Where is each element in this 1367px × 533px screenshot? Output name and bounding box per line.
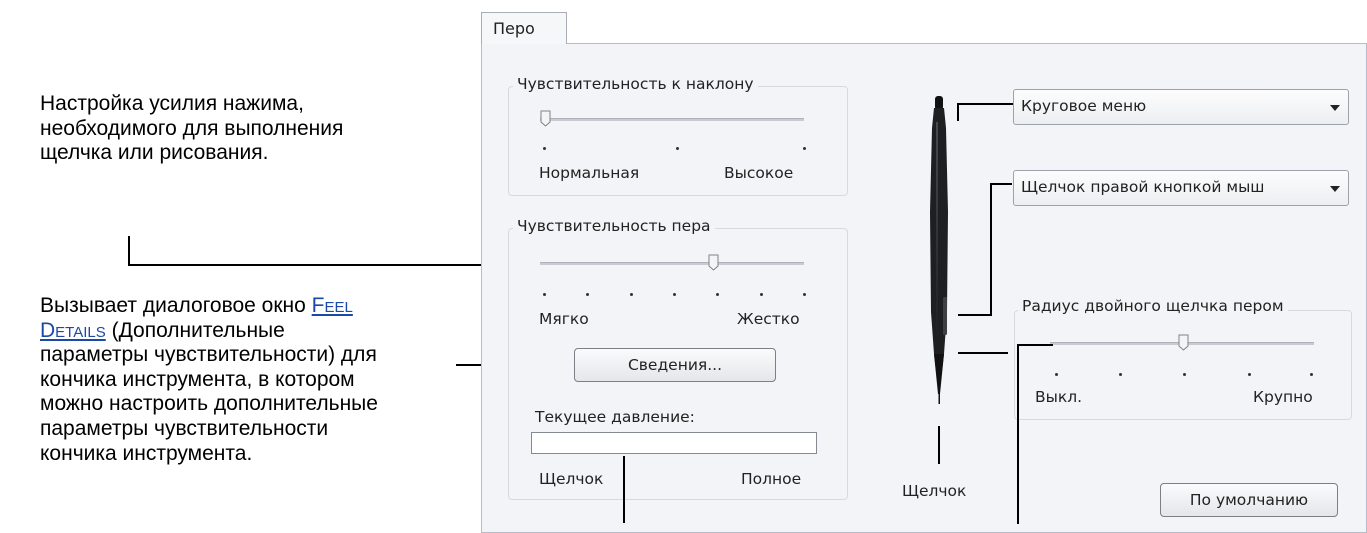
double-click-max-label: Крупно [1253, 388, 1313, 406]
tick [760, 293, 763, 296]
tip-feel-slider-thumb[interactable] [708, 254, 719, 271]
tip-feel-slider-track[interactable] [540, 262, 804, 265]
callout-line [938, 426, 940, 464]
details-button[interactable]: Сведения... [574, 348, 776, 382]
tick [543, 293, 546, 296]
tilt-title: Чувствительность к наклону [513, 75, 758, 93]
pen-icon [930, 96, 948, 404]
details-note-line: кончика инструмента, в котором [40, 367, 355, 391]
details-note-line: кончика инструмента. [40, 441, 253, 465]
callout-line [957, 103, 1013, 105]
callout-line [128, 264, 540, 266]
tip-feel-min-label: Мягко [539, 310, 589, 328]
tilt-slider-thumb[interactable] [540, 110, 551, 127]
double-click-slider-thumb[interactable] [1178, 334, 1189, 351]
tick [803, 147, 806, 150]
tick [673, 293, 676, 296]
chevron-down-icon [1330, 186, 1340, 192]
callout-line [990, 183, 1012, 185]
tick [586, 293, 589, 296]
tab-label: Перо [493, 19, 535, 38]
tilt-slider-track[interactable] [540, 118, 804, 121]
upper-button-select[interactable]: Круговое меню [1013, 89, 1349, 125]
details-note-line: можно настроить дополнительные [40, 392, 378, 416]
pen-tip-label: Щелчок [902, 482, 967, 500]
upper-button-value: Круговое меню [1021, 97, 1147, 115]
chevron-down-icon [1330, 105, 1340, 111]
callout-line [990, 183, 992, 315]
details-note-text: (Дополнительные [105, 318, 285, 342]
tip-feel-title: Чувствительность пера [513, 217, 715, 235]
lower-button-select[interactable]: Щелчок правой кнопкой мыш [1013, 170, 1349, 206]
tip-feel-max-label: Жестко [737, 310, 800, 328]
tick [543, 147, 546, 150]
tab-pen[interactable]: Перо [481, 12, 567, 44]
tick [1119, 373, 1122, 376]
pressure-max-label: Полное [741, 470, 802, 488]
callout-line [128, 236, 130, 266]
double-click-min-label: Выкл. [1035, 388, 1083, 406]
tick [716, 293, 719, 296]
double-click-title: Радиус двойного щелчка пером [1018, 297, 1288, 315]
details-note-prefix: Вызывает диалоговое окно [40, 294, 312, 317]
feel-details-link[interactable]: Details [40, 319, 106, 342]
lower-button-value: Щелчок правой кнопкой мыш [1021, 178, 1265, 196]
details-note-line: Вызывает диалоговое окно Feel [40, 294, 378, 319]
tilt-min-label: Нормальная [539, 164, 640, 182]
tick [630, 293, 633, 296]
pressure-note-line: щелчка или рисования. [40, 141, 269, 165]
feel-details-link[interactable]: Feel [312, 294, 353, 317]
pressure-note: Настройка усилия нажима, необходимого дл… [40, 92, 343, 166]
details-note-line: Details (Дополнительные [40, 319, 378, 344]
details-note-line: параметры чувствительности [40, 416, 329, 440]
callout-line [1017, 344, 1019, 524]
tick [676, 147, 679, 150]
callout-line [958, 352, 1008, 354]
pressure-note-line: необходимого для выполнения [40, 116, 344, 140]
details-note-line: параметры чувствительности) для [40, 343, 377, 367]
default-button[interactable]: По умолчанию [1160, 483, 1338, 517]
callout-line [957, 103, 959, 121]
callout-line [1017, 344, 1053, 346]
callout-line [623, 456, 625, 523]
details-note: Вызывает диалоговое окно Feel Details (Д… [40, 294, 378, 466]
tilt-max-label: Высокое [724, 164, 794, 182]
current-pressure-meter [531, 432, 817, 454]
callout-line [958, 314, 992, 316]
pressure-min-label: Щелчок [539, 470, 604, 488]
tick [1248, 373, 1251, 376]
tick [1310, 373, 1313, 376]
tick [803, 293, 806, 296]
tick [1055, 373, 1058, 376]
pressure-note-line: Настройка усилия нажима, [40, 92, 304, 115]
current-pressure-label: Текущее давление: [535, 408, 695, 426]
tick [1183, 373, 1186, 376]
